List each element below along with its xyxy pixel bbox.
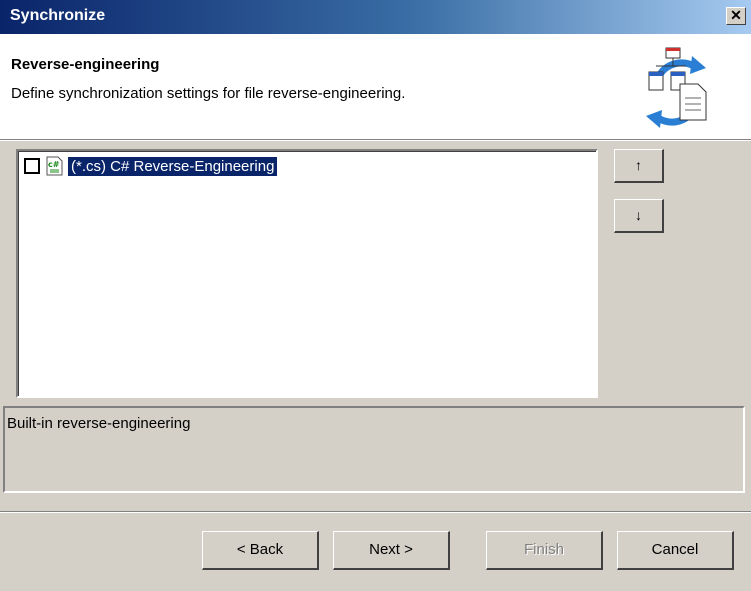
next-button[interactable]: Next > [333, 531, 450, 570]
move-down-button[interactable]: ↓ [614, 199, 664, 233]
next-button-label: Next > [369, 541, 413, 558]
back-button-label: < Back [236, 541, 284, 558]
back-button[interactable]: < Back [202, 531, 319, 570]
window-title: Synchronize [10, 7, 106, 24]
description-text: Built-in reverse-engineering [7, 415, 191, 432]
csharp-file-icon: c# [46, 156, 63, 176]
title-bar[interactable]: Synchronize ✕ [0, 0, 751, 34]
move-up-button[interactable]: ↑ [614, 149, 664, 183]
close-button[interactable]: ✕ [726, 7, 746, 25]
wizard-header: Reverse-engineering Define synchronizati… [0, 34, 751, 139]
cancel-button[interactable]: Cancel [617, 531, 734, 570]
header-divider [0, 139, 751, 141]
page-subtitle: Define synchronization settings for file… [11, 85, 406, 102]
page-title: Reverse-engineering [11, 56, 160, 73]
footer-divider [0, 511, 751, 513]
finish-button[interactable]: Finish [486, 531, 603, 570]
finish-button-label: Finish [523, 541, 564, 558]
reverse-engineering-list[interactable]: c# (*.cs) C# Reverse-Engineering [16, 149, 598, 398]
close-icon: ✕ [730, 7, 742, 23]
list-item[interactable]: c# (*.cs) C# Reverse-Engineering [24, 155, 278, 177]
arrow-down-icon: ↓ [635, 207, 642, 223]
cancel-button-label: Cancel [651, 541, 699, 558]
item-checkbox[interactable] [24, 158, 40, 174]
sync-diagram-icon [646, 47, 707, 128]
arrow-up-icon: ↑ [635, 157, 642, 173]
description-box: Built-in reverse-engineering [3, 406, 745, 493]
svg-text:c#: c# [48, 160, 60, 169]
item-label[interactable]: (*.cs) C# Reverse-Engineering [68, 156, 278, 176]
